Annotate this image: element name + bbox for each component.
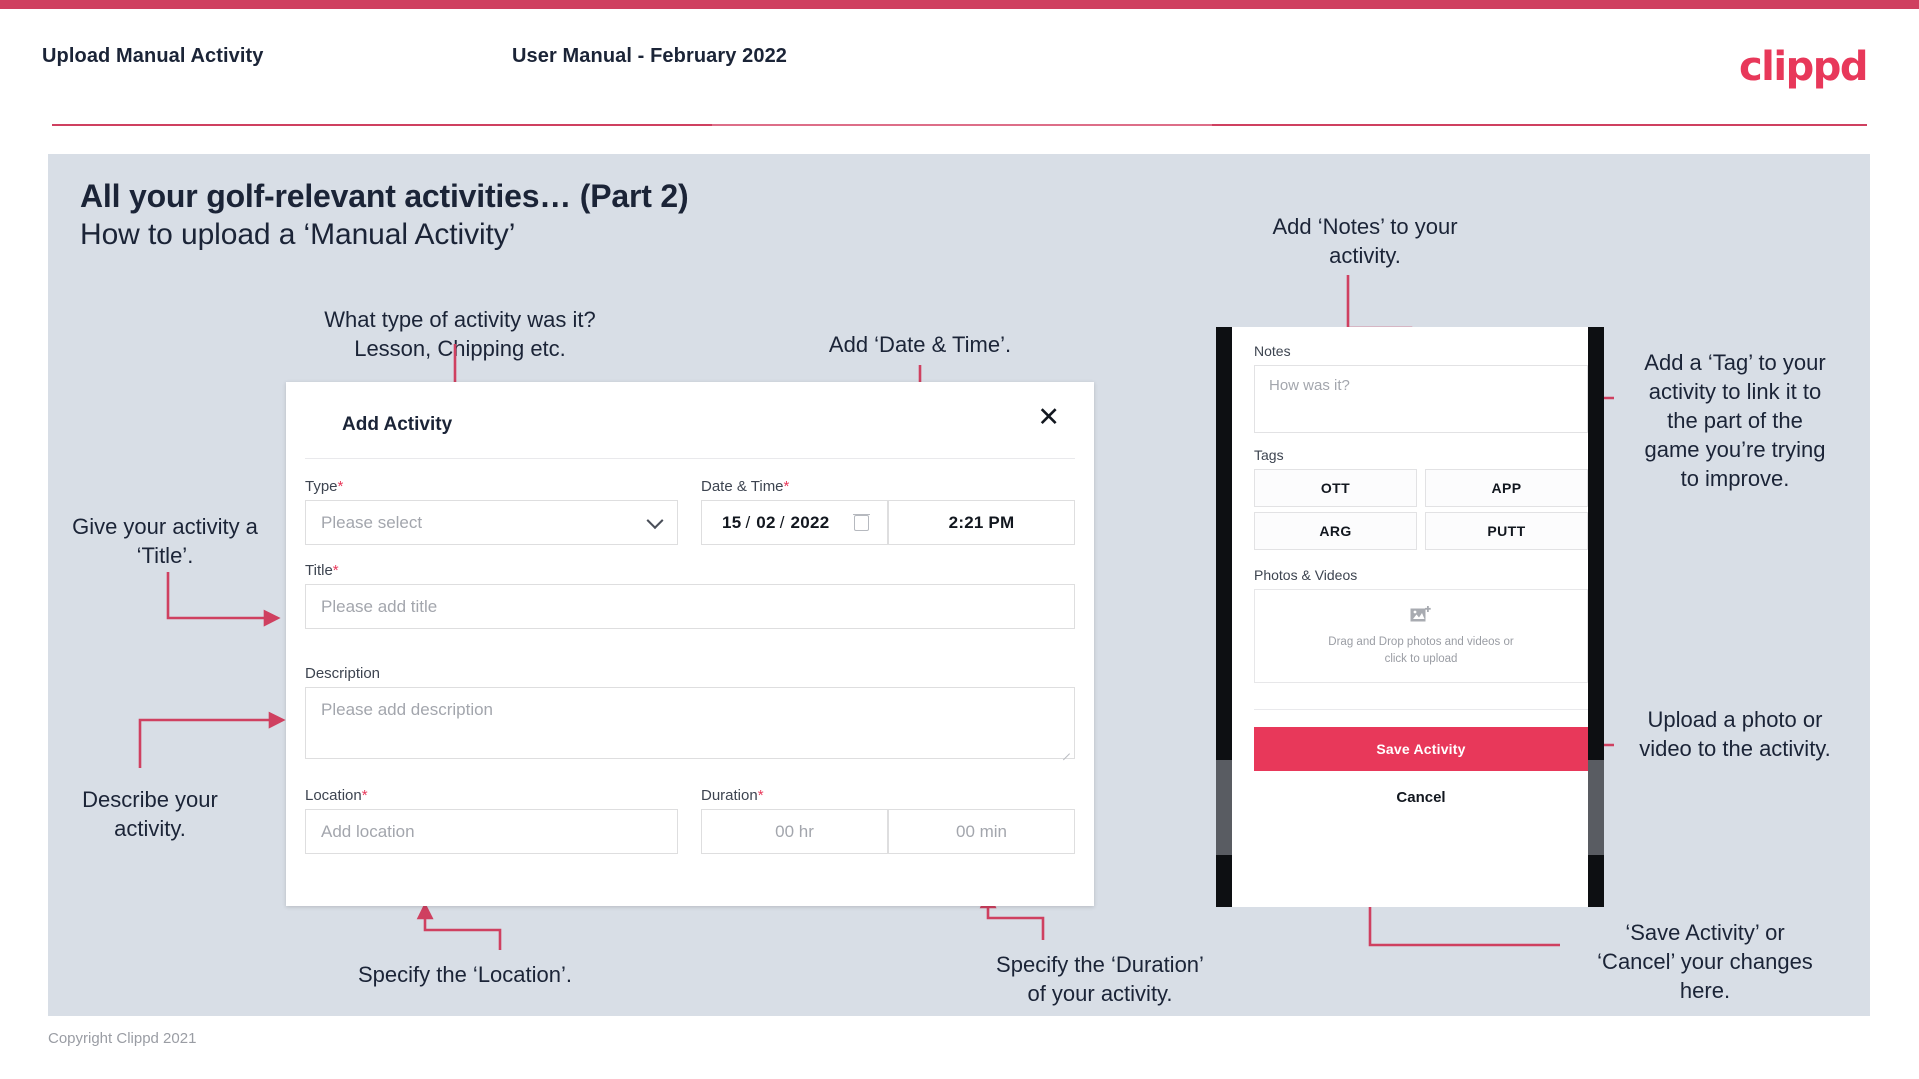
dropzone-line-1: Drag and Drop photos and videos or bbox=[1328, 635, 1514, 648]
type-placeholder: Please select bbox=[321, 512, 423, 532]
time-input[interactable]: 2:21 PM bbox=[888, 500, 1075, 545]
phone-side-grey-right bbox=[1586, 760, 1604, 855]
add-activity-dialog: Add Activity ✕ Type* Please select Date … bbox=[286, 382, 1094, 906]
time-value: 2:21 PM bbox=[948, 512, 1015, 532]
notes-placeholder: How was it? bbox=[1269, 377, 1350, 394]
dropzone-text: Drag and Drop photos and videos or click… bbox=[1328, 634, 1513, 668]
slide-subtitle: How to upload a ‘Manual Activity’ bbox=[80, 218, 516, 251]
datetime-label-text: Date & Time bbox=[701, 478, 784, 495]
description-placeholder: Please add description bbox=[321, 700, 494, 719]
tag-button-ott[interactable]: OTT bbox=[1254, 469, 1417, 507]
location-placeholder: Add location bbox=[321, 821, 415, 841]
header-rule-left bbox=[52, 124, 712, 126]
phone-screen: Notes How was it? Tags OTT APP ARG PUTT … bbox=[1232, 327, 1588, 907]
phone-divider bbox=[1254, 709, 1588, 710]
chevron-down-icon bbox=[646, 511, 664, 529]
duration-hours-placeholder: 00 hr bbox=[775, 821, 814, 841]
type-required-marker: * bbox=[337, 478, 344, 495]
duration-required-marker: * bbox=[757, 787, 764, 804]
tag-label-ott: OTT bbox=[1320, 480, 1351, 496]
title-label: Title* bbox=[305, 562, 339, 579]
type-label-text: Type bbox=[305, 478, 338, 495]
location-label: Location* bbox=[305, 787, 368, 804]
location-input[interactable]: Add location bbox=[305, 809, 678, 854]
date-input[interactable]: 15 / 02 / 2022 bbox=[701, 500, 888, 545]
annotation-datetime: Add ‘Date & Time’. bbox=[828, 332, 1012, 357]
description-textarea[interactable]: Please add description bbox=[305, 687, 1075, 759]
type-select[interactable]: Please select bbox=[305, 500, 678, 545]
header-rule-right bbox=[1212, 124, 1867, 126]
datetime-label: Date & Time* bbox=[701, 478, 789, 495]
cancel-label: Cancel bbox=[1396, 789, 1446, 806]
cancel-button[interactable]: Cancel bbox=[1254, 789, 1588, 806]
notes-label: Notes bbox=[1254, 343, 1291, 359]
tag-button-app[interactable]: APP bbox=[1425, 469, 1588, 507]
close-icon[interactable]: ✕ bbox=[1037, 404, 1060, 431]
footer-copyright: Copyright Clippd 2021 bbox=[48, 1030, 197, 1047]
dropzone-line-2: click to upload bbox=[1384, 652, 1458, 665]
title-required-marker: * bbox=[332, 562, 339, 579]
title-placeholder: Please add title bbox=[321, 596, 438, 616]
annotation-tags: Add a ‘Tag’ to your activity to link it … bbox=[1644, 350, 1826, 491]
header-center-title: User Manual - February 2022 bbox=[512, 45, 788, 67]
slide-title: All your golf-relevant activities… (Part… bbox=[80, 178, 689, 214]
duration-minutes-placeholder: 00 min bbox=[955, 821, 1008, 841]
date-year: 2022 bbox=[790, 512, 830, 532]
annotation-notes: Add ‘Notes’ to your activity. bbox=[1272, 214, 1458, 268]
calendar-icon[interactable] bbox=[853, 513, 870, 531]
tag-label-arg: ARG bbox=[1319, 523, 1352, 539]
dialog-divider bbox=[305, 458, 1075, 459]
date-separator-2: / bbox=[779, 512, 785, 532]
location-label-text: Location bbox=[305, 787, 362, 804]
photo-dropzone[interactable]: Drag and Drop photos and videos or click… bbox=[1254, 589, 1588, 683]
header-left-title: Upload Manual Activity bbox=[42, 45, 264, 67]
top-accent-bar bbox=[0, 0, 1919, 9]
tag-label-putt: PUTT bbox=[1487, 523, 1526, 539]
tag-label-app: APP bbox=[1491, 480, 1522, 496]
datetime-required-marker: * bbox=[783, 478, 790, 495]
save-activity-button[interactable]: Save Activity bbox=[1254, 727, 1588, 771]
date-month: 02 bbox=[756, 512, 776, 532]
duration-label: Duration* bbox=[701, 787, 764, 804]
slide-page: Upload Manual Activity User Manual - Feb… bbox=[0, 0, 1919, 1079]
tags-label: Tags bbox=[1254, 447, 1284, 463]
tag-button-putt[interactable]: PUTT bbox=[1425, 512, 1588, 550]
annotation-save: ‘Save Activity’ or ‘Cancel’ your changes… bbox=[1597, 920, 1813, 1003]
annotation-type: What type of activity was it? Lesson, Ch… bbox=[324, 307, 596, 361]
notes-textarea[interactable]: How was it? bbox=[1254, 365, 1588, 433]
description-label-text: Description bbox=[305, 665, 381, 682]
annotation-location: Specify the ‘Location’. bbox=[357, 962, 573, 987]
header-rule-middle bbox=[712, 124, 1212, 126]
resize-handle-icon[interactable] bbox=[1061, 745, 1071, 755]
duration-label-text: Duration bbox=[701, 787, 758, 804]
annotation-duration: Specify the ‘Duration’ of your activity. bbox=[996, 952, 1204, 1006]
description-label: Description bbox=[305, 665, 380, 682]
add-image-icon bbox=[1410, 605, 1431, 621]
annotation-title: Give your activity a ‘Title’. bbox=[72, 514, 258, 568]
date-separator-1: / bbox=[745, 512, 751, 532]
title-label-text: Title bbox=[305, 562, 333, 579]
save-activity-label: Save Activity bbox=[1376, 741, 1466, 757]
tag-button-arg[interactable]: ARG bbox=[1254, 512, 1417, 550]
annotation-description: Describe your activity. bbox=[82, 787, 218, 841]
dialog-title: Add Activity bbox=[342, 414, 453, 435]
annotation-photos: Upload a photo or video to the activity. bbox=[1639, 707, 1831, 761]
location-required-marker: * bbox=[361, 787, 368, 804]
duration-hours-input[interactable]: 00 hr bbox=[701, 809, 888, 854]
duration-minutes-input[interactable]: 00 min bbox=[888, 809, 1075, 854]
date-day: 15 bbox=[722, 512, 742, 532]
clippd-logo: clippd bbox=[1738, 44, 1869, 90]
title-input[interactable]: Please add title bbox=[305, 584, 1075, 629]
type-label: Type* bbox=[305, 478, 343, 495]
photos-label: Photos & Videos bbox=[1254, 567, 1358, 583]
